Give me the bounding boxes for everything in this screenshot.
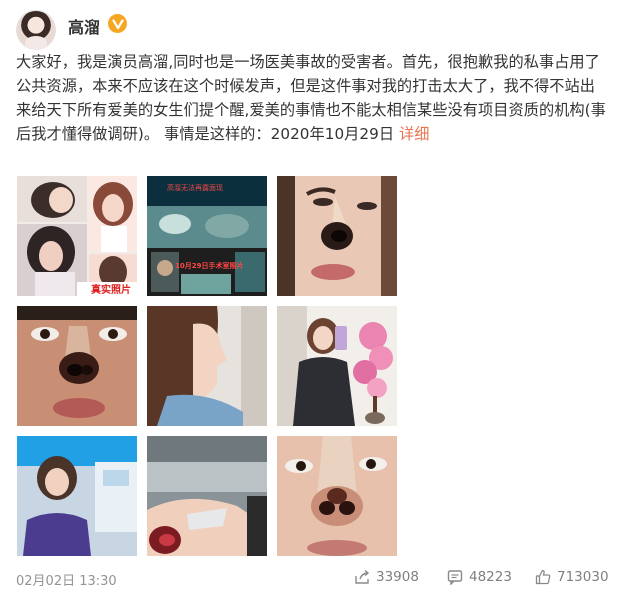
comment-button[interactable]: 48223 xyxy=(447,569,512,585)
like-count: 713030 xyxy=(557,569,609,585)
share-button[interactable]: 33908 xyxy=(354,569,419,585)
post-footer: 02月02日 13:30 33908 48223 713030 xyxy=(16,569,616,590)
author-avatar[interactable] xyxy=(16,10,56,50)
damaged-nose-face-image xyxy=(17,306,137,426)
post-image-8[interactable] xyxy=(147,436,267,556)
purple-sweater-image xyxy=(17,436,137,556)
post-image-1[interactable]: 真实照片 xyxy=(17,176,137,296)
post-image-6[interactable] xyxy=(277,306,397,426)
verified-badge-icon xyxy=(108,14,127,33)
side-profile-image xyxy=(147,306,267,426)
collage-caption: 真实照片 xyxy=(91,283,131,296)
mirror-selfie-image xyxy=(277,306,397,426)
post-image-2[interactable]: 高溜无法再露面现 10月29日手术室照片 xyxy=(147,176,267,296)
post-image-4[interactable] xyxy=(17,306,137,426)
nostrils-closeup-image xyxy=(277,436,397,556)
comment-icon xyxy=(447,570,463,585)
post-text: 大家好，我是演员高溜,同时也是一场医美事故的受害者。首先，很抱歉我的私事占用了公… xyxy=(16,50,608,146)
post-timestamp[interactable]: 02月02日 13:30 xyxy=(16,570,117,589)
post-body: 大家好，我是演员高溜,同时也是一场医美事故的受害者。首先，很抱歉我的私事占用了公… xyxy=(16,53,606,143)
collage-portraits-image: 真实照片 xyxy=(17,176,137,296)
post-image-7[interactable] xyxy=(17,436,137,556)
post-image-5[interactable] xyxy=(147,306,267,426)
image-overlay-text-2: 10月29日手术室照片 xyxy=(175,261,243,270)
expand-link[interactable]: 详细 xyxy=(399,125,429,143)
image-grid: 真实照片 高溜无法再露面现 10月29日手术室照片 xyxy=(17,176,397,556)
author-name[interactable]: 高溜 xyxy=(68,14,100,38)
comment-count: 48223 xyxy=(469,569,512,585)
image-overlay-text-1: 高溜无法再露面现 xyxy=(167,183,223,192)
thumbs-up-icon xyxy=(535,569,551,585)
post-image-3[interactable] xyxy=(277,176,397,296)
like-button[interactable]: 713030 xyxy=(535,569,609,585)
share-count: 33908 xyxy=(376,569,419,585)
nose-closeup-image xyxy=(277,176,397,296)
v-check-icon xyxy=(111,18,124,29)
post-image-9[interactable] xyxy=(277,436,397,556)
hospital-bed-image xyxy=(147,436,267,556)
share-icon xyxy=(355,569,370,584)
surgery-room-image: 高溜无法再露面现 10月29日手术室照片 xyxy=(147,176,267,296)
